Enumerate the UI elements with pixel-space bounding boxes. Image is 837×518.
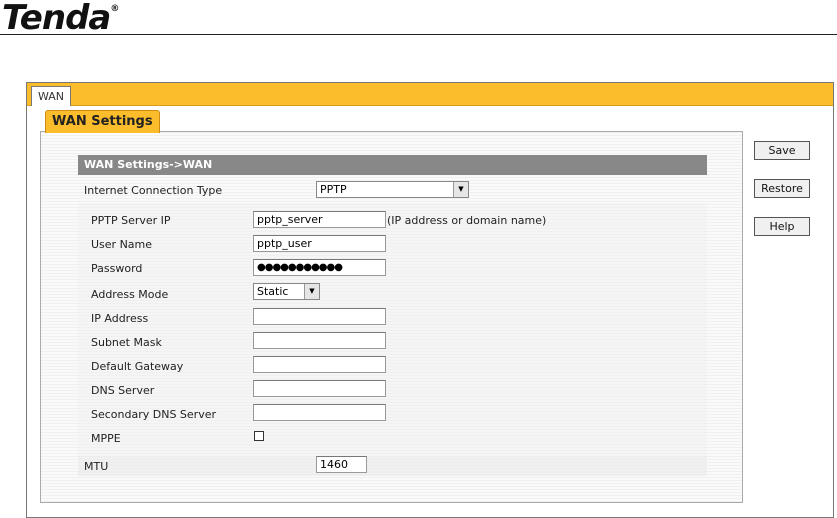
user-name-input[interactable]: pptp_user [253,235,386,252]
ip-address-input[interactable] [253,308,386,325]
connection-type-label: Internet Connection Type [84,184,223,197]
triangle-down-icon: ▼ [304,284,319,299]
tab-wan-settings[interactable]: WAN Settings [45,110,160,133]
subnet-mask-label: Subnet Mask [91,336,162,349]
section-title: WAN Settings->WAN [78,155,707,175]
address-mode-select[interactable]: Static ▼ [253,283,320,300]
restore-button[interactable]: Restore [754,179,810,198]
mtu-label: MTU [84,460,109,473]
dns-server-input[interactable] [253,380,386,397]
default-gateway-input[interactable] [253,356,386,373]
mppe-checkbox[interactable] [254,431,264,441]
mppe-label: MPPE [91,432,121,445]
subnet-mask-input[interactable] [253,332,386,349]
header-divider [0,34,837,35]
help-button[interactable]: Help [754,217,810,236]
tab-wan[interactable]: WAN [31,86,72,106]
address-mode-label: Address Mode [91,288,169,301]
pptp-server-ip-label: PPTP Server IP [91,214,171,227]
mtu-input[interactable]: 1460 [316,456,367,473]
ip-address-label: IP Address [91,312,149,325]
secondary-dns-server-input[interactable] [253,404,386,421]
top-tab-bar [27,83,833,106]
password-input[interactable]: ●●●●●●●●●●● [253,259,386,276]
dns-server-label: DNS Server [91,384,155,397]
address-mode-value: Static [257,285,289,298]
default-gateway-label: Default Gateway [91,360,184,373]
connection-type-select[interactable]: PPTP ▼ [316,181,469,198]
mtu-panel [78,456,707,476]
pptp-server-ip-hint: (IP address or domain name) [387,214,547,227]
pptp-server-ip-input[interactable]: pptp_server [253,211,386,228]
save-button[interactable]: Save [754,141,810,160]
password-label: Password [91,262,143,275]
connection-type-value: PPTP [320,183,347,196]
tenda-logo: Tenda® [2,0,119,38]
user-name-label: User Name [91,238,153,251]
triangle-down-icon: ▼ [453,182,468,197]
settings-frame: WAN WAN Settings WAN Settings->WAN Inter… [26,82,834,518]
secondary-dns-server-label: Secondary DNS Server [91,408,217,421]
